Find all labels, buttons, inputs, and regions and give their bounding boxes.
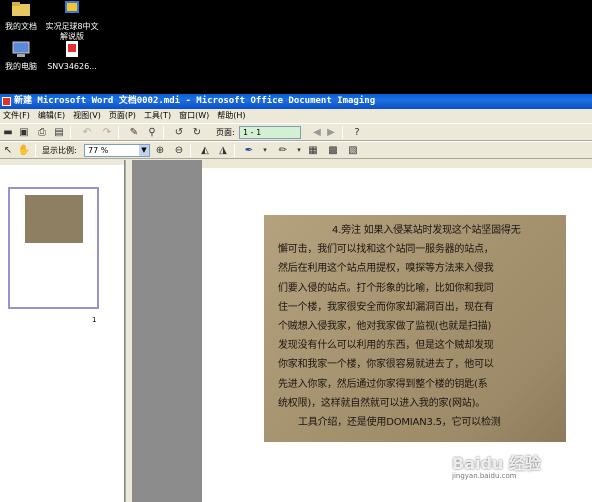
thumbnail-image (25, 195, 83, 243)
chevron-down-icon[interactable]: ▼ (139, 145, 149, 156)
pen-dropdown-icon[interactable]: ▾ (258, 144, 272, 157)
desktop-icon-label: 我的文档 (5, 22, 37, 31)
thumbnail-pane: 1 (0, 160, 125, 502)
menu-view[interactable]: 视图(V) (70, 109, 106, 123)
scanned-text-line: 你家和我家一个楼，你家很容易就进去了，他可以 (278, 359, 494, 371)
select-pointer-icon[interactable]: ↖ (1, 144, 15, 157)
rotate-right-icon[interactable]: ↻ (190, 126, 204, 139)
fit-width-icon[interactable]: ◭ (198, 144, 212, 157)
print-icon[interactable]: ⎙ (35, 126, 49, 139)
menu-tools[interactable]: 工具(T) (141, 109, 176, 123)
menu-edit[interactable]: 编辑(E) (35, 109, 70, 123)
standard-toolbar: ▬ ▣ ⎙ ▤ ↶ ↷ ✎ ⚲ ↺ ↻ 页面: 1 - 1 ◀ ▶ ? (0, 123, 592, 141)
pen-icon[interactable]: ✒ (242, 144, 256, 157)
redo-icon[interactable]: ↷ (100, 126, 114, 139)
toolbar-separator (163, 126, 164, 139)
undo-icon[interactable]: ↶ (80, 126, 94, 139)
scanned-text-line: 先进入你家，然后通过你家得到整个楼的钥匙(系 (278, 378, 488, 390)
scanned-text-line: 4.旁注 如果入侵某站时发现这个站坚固得无 (332, 225, 521, 236)
zoom-select[interactable]: 77 % ▼ (84, 144, 150, 157)
document-background (132, 160, 202, 502)
fit-page-icon[interactable]: ◮ (216, 144, 230, 157)
desktop-icon-snv-file[interactable]: SNV34626... (37, 40, 107, 72)
toolbar-separator (190, 144, 191, 157)
toolbar-separator (35, 144, 36, 157)
save-icon[interactable]: ▣ (17, 126, 31, 139)
image-file-icon (66, 41, 78, 57)
scanned-image: 4.旁注 如果入侵某站时发现这个站坚固得无 懈可击，我们可以找和这个站同一服务器… (264, 215, 566, 442)
desktop-icon-label: 我的电脑 (5, 62, 37, 71)
desktop-icon-label: SNV34626... (47, 62, 97, 71)
page-thumbnail[interactable] (8, 187, 99, 309)
game-icon (65, 1, 79, 13)
text-box-icon[interactable]: ▦ (306, 144, 320, 157)
pan-hand-icon[interactable]: ✋ (17, 144, 31, 157)
scanned-text-line: 统权限)，这样就自然就可以进入我的家(网站)。 (278, 397, 486, 409)
title-bar[interactable]: 新建 Microsoft Word 文档0002.mdi - Microsoft… (0, 94, 592, 109)
annotation-icon[interactable]: ▧ (346, 144, 360, 157)
toolbar-separator (234, 144, 235, 157)
scanned-text-line: 们要入侵的站点。打个形象的比喻，比如你和我同 (278, 282, 494, 294)
menu-page[interactable]: 页面(P) (106, 109, 141, 123)
open-icon[interactable]: ▬ (1, 126, 15, 139)
computer-icon (12, 41, 30, 57)
help-icon[interactable]: ? (350, 126, 364, 139)
zoom-value: 77 % (88, 146, 109, 155)
toolbar-separator (70, 126, 71, 139)
formatting-toolbar: ↖ ✋ 显示比例: 77 % ▼ ⊕ ⊖ ◭ ◮ ✒ ▾ ✏ ▾ ▦ ▩ ▧ (0, 141, 592, 159)
app-icon (2, 97, 11, 106)
watermark-url: jingyan.baidu.com (452, 472, 517, 480)
scanned-text-line: 个贼想入侵我家，他对我家做了监视(也就是扫描) (278, 321, 492, 333)
scanned-text-line: 住一个楼，我家很安全而你家却漏洞百出，现在有 (278, 301, 494, 313)
zoom-label: 显示比例: (42, 146, 77, 155)
ocr-icon[interactable]: ✎ (127, 126, 141, 139)
watermark-brand: Baidu 经验 (452, 454, 541, 473)
menu-window[interactable]: 窗口(W) (176, 109, 214, 123)
find-icon[interactable]: ⚲ (145, 126, 159, 139)
scanned-text-line: 然后在利用这个站点用提权，嗅探等方法来入侵我 (278, 263, 494, 275)
page-label: 页面: (216, 128, 235, 137)
scanned-text-line: 懈可击，我们可以找和这个站同一服务器的站点， (278, 244, 494, 256)
menu-help[interactable]: 帮助(H) (214, 109, 250, 123)
scanned-text-line: 发现没有什么可以利用的东西，但是这个贼却发现 (278, 340, 494, 352)
baidu-watermark: Baidu 经验 jingyan.baidu.com (452, 450, 541, 480)
toolbar-separator (118, 126, 119, 139)
app-window: 新建 Microsoft Word 文档0002.mdi - Microsoft… (0, 94, 592, 502)
highlighter-icon[interactable]: ✏ (276, 144, 290, 157)
previous-page-icon[interactable]: ◀ (310, 126, 324, 139)
highlighter-dropdown-icon[interactable]: ▾ (292, 144, 306, 157)
menu-file[interactable]: 文件(F) (0, 109, 35, 123)
menu-bar: 文件(F) 编辑(E) 视图(V) 页面(P) 工具(T) 窗口(W) 帮助(H) (0, 109, 592, 123)
folder-icon (12, 2, 30, 16)
toolbar-separator (342, 126, 343, 139)
zoom-in-icon[interactable]: ⊕ (153, 144, 167, 157)
scan-icon[interactable]: ▤ (52, 126, 66, 139)
desktop: 我的文档 实况足球8中文解说版 我的电脑 SNV34626... (0, 0, 592, 96)
desktop-icon-label: 实况足球8中文解说版 (45, 22, 99, 41)
zoom-out-icon[interactable]: ⊖ (172, 144, 186, 157)
next-page-icon[interactable]: ▶ (324, 126, 338, 139)
page-field[interactable]: 1 - 1 (239, 126, 301, 139)
desktop-icon-winning-eleven[interactable]: 实况足球8中文解说版 (37, 0, 107, 42)
scanned-text-line: 工具介绍，还是使用DOMIAN3.5，它可以检测 (298, 417, 501, 429)
thumbnail-page-number: 1 (92, 316, 97, 324)
thumbnail-scrollbar[interactable] (125, 160, 132, 502)
window-title: 新建 Microsoft Word 文档0002.mdi - Microsoft… (14, 96, 376, 106)
insert-picture-icon[interactable]: ▩ (326, 144, 340, 157)
rotate-left-icon[interactable]: ↺ (172, 126, 186, 139)
